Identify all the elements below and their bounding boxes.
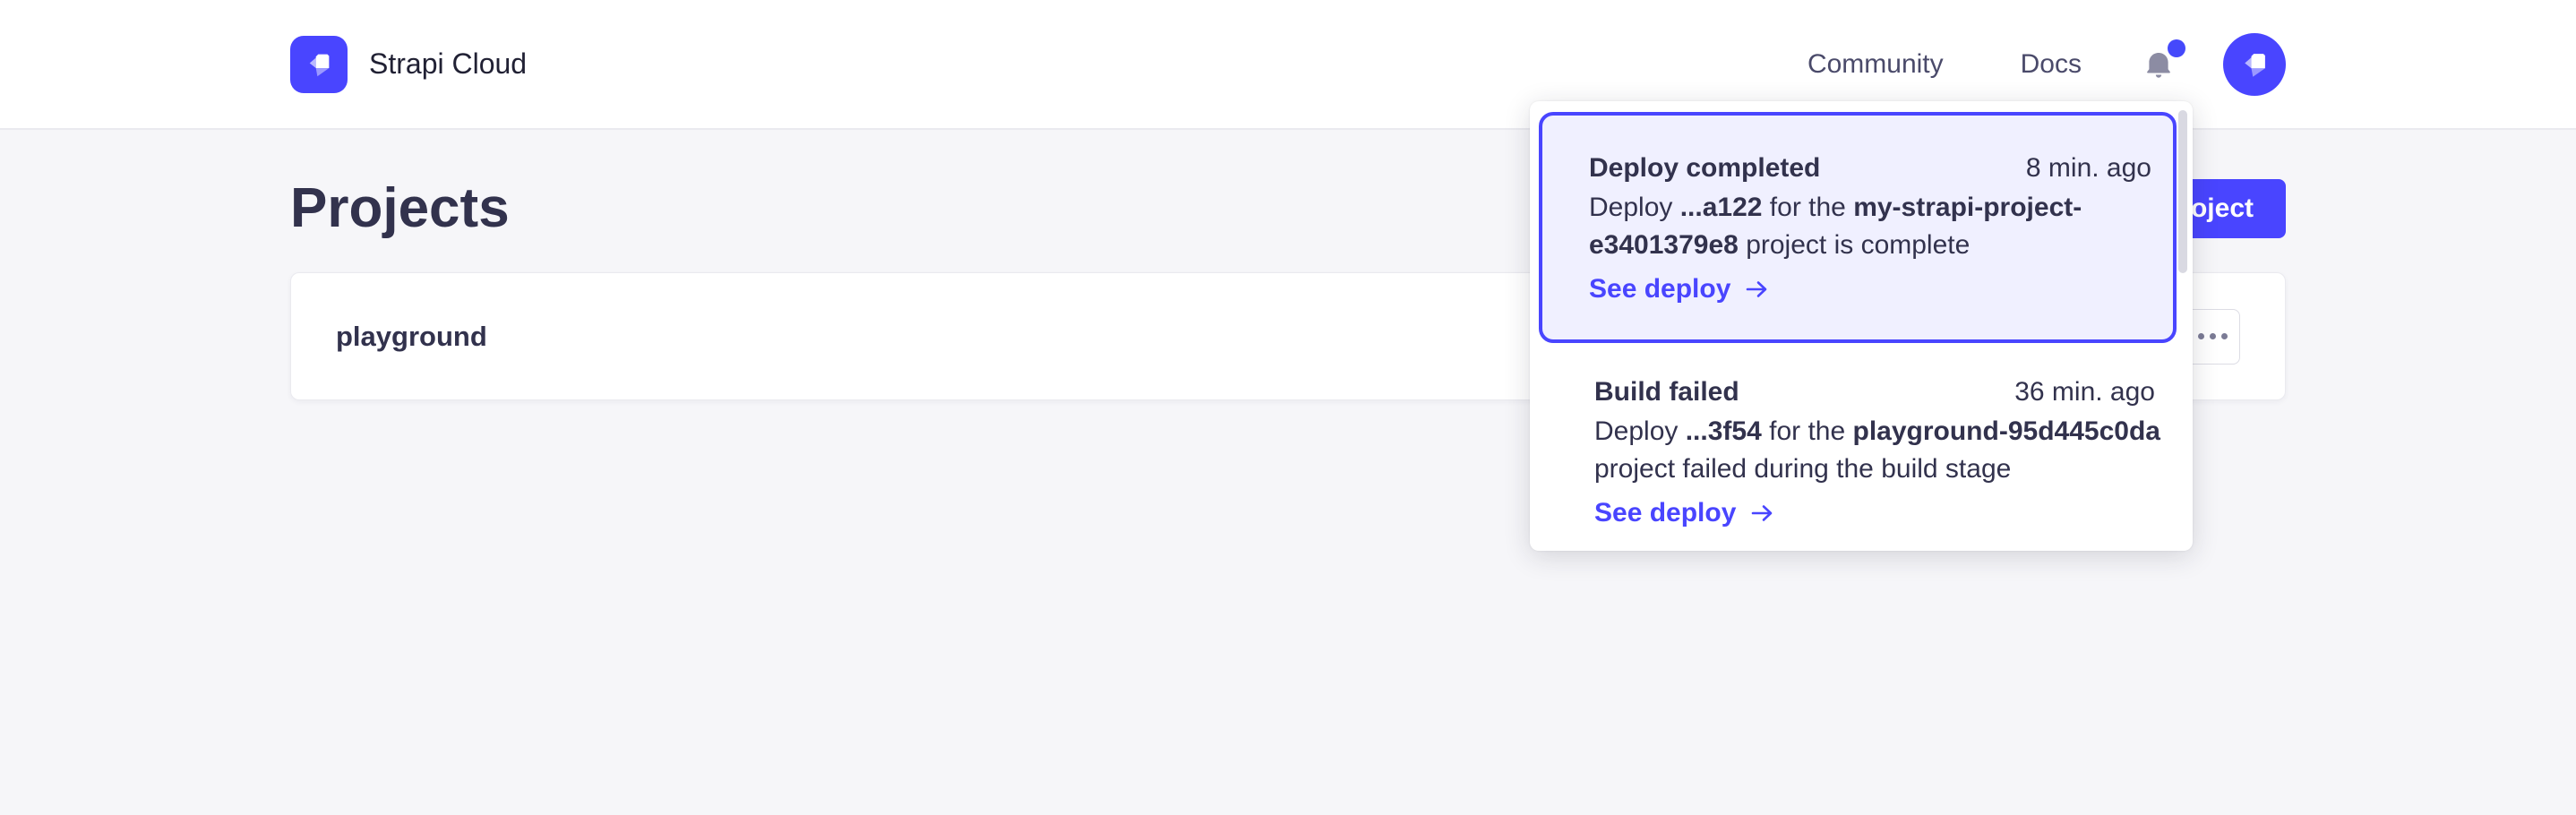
page-title: Projects	[290, 179, 510, 238]
notifications-bell-button[interactable]	[2137, 43, 2180, 86]
notification-title: Deploy completed	[1589, 151, 1820, 185]
notification-message: Deploy ...a122 for the my-strapi-project…	[1589, 189, 2151, 264]
project-more-options-button[interactable]	[2185, 309, 2240, 365]
notification-message: Deploy ...3f54 for the playground-95d445…	[1594, 413, 2155, 488]
notification-timestamp: 36 min. ago	[2014, 375, 2155, 409]
notification-item[interactable]: Deploy completed 8 min. ago Deploy ...a1…	[1539, 112, 2177, 343]
notification-item[interactable]: Build failed 36 min. ago Deploy ...3f54 …	[1539, 343, 2177, 531]
see-deploy-label: See deploy	[1589, 271, 1730, 307]
brand[interactable]: Strapi Cloud	[290, 36, 527, 93]
nav-link-docs[interactable]: Docs	[2021, 49, 2082, 80]
see-deploy-link[interactable]: See deploy	[1589, 271, 1772, 307]
navbar-right: Community Docs	[1807, 33, 2286, 96]
nav-link-community[interactable]: Community	[1807, 49, 1944, 80]
strapi-logo-icon	[290, 36, 348, 93]
notification-title: Build failed	[1594, 375, 1739, 409]
arrow-right-icon	[1748, 499, 1777, 528]
ellipsis-icon	[2198, 333, 2204, 339]
user-avatar[interactable]	[2223, 33, 2286, 96]
project-name: playground	[336, 321, 487, 353]
notifications-dropdown: Deploy completed 8 min. ago Deploy ...a1…	[1530, 101, 2193, 551]
notification-timestamp: 8 min. ago	[2026, 151, 2151, 185]
notification-list: Deploy completed 8 min. ago Deploy ...a1…	[1539, 112, 2177, 531]
unread-notification-dot	[2168, 39, 2185, 57]
arrow-right-icon	[1743, 275, 1772, 304]
brand-name: Strapi Cloud	[369, 47, 527, 81]
dropdown-scrollbar-thumb[interactable]	[2178, 110, 2187, 273]
avatar-strapi-icon	[2234, 44, 2275, 85]
see-deploy-label: See deploy	[1594, 495, 1736, 531]
see-deploy-link[interactable]: See deploy	[1594, 495, 1777, 531]
